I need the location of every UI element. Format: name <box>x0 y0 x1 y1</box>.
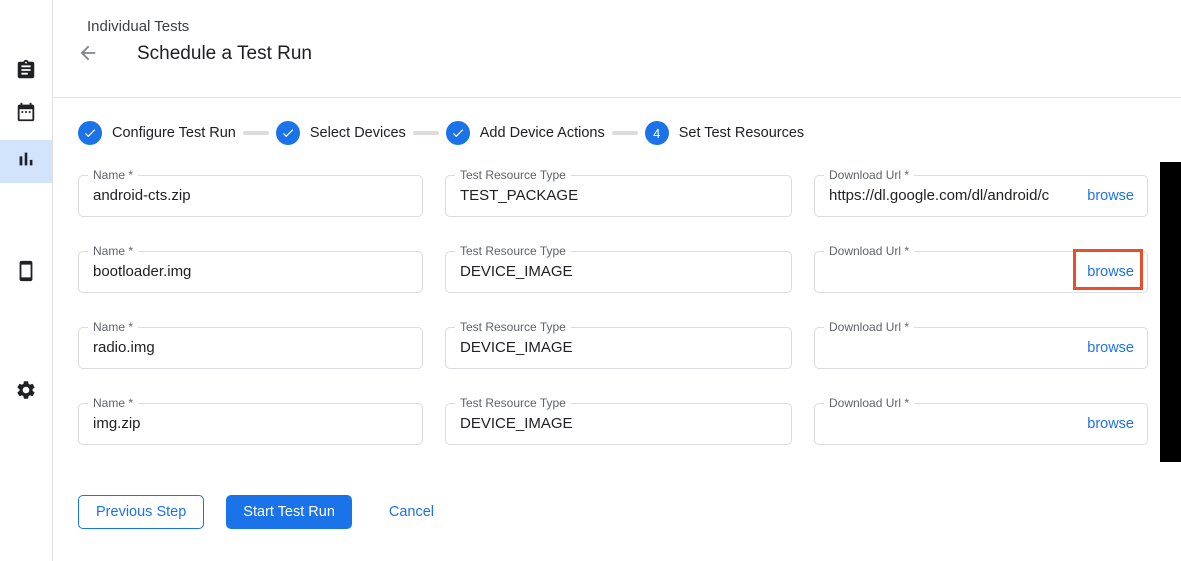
url-field-label: Download Url * <box>824 320 914 334</box>
name-field-value: img.zip <box>79 404 422 444</box>
step-number-badge: 4 <box>645 121 669 145</box>
download-url-field[interactable]: Download Url * browse <box>814 251 1148 293</box>
step-complete-check-icon <box>446 121 470 145</box>
sidebar-item-settings[interactable] <box>0 371 52 414</box>
name-field-value: bootloader.img <box>79 252 422 292</box>
type-field-label: Test Resource Type <box>455 244 571 258</box>
assignment-icon <box>15 59 37 86</box>
step-label: Select Devices <box>310 125 406 141</box>
type-field-value: DEVICE_IMAGE <box>446 328 791 368</box>
app-window: Individual Tests Schedule a Test Run Con… <box>0 0 1181 561</box>
download-url-field[interactable]: Download Url * browse <box>814 403 1148 445</box>
step-complete-check-icon <box>276 121 300 145</box>
name-field-label: Name * <box>88 244 138 258</box>
type-field-value: DEVICE_IMAGE <box>446 252 791 292</box>
name-field[interactable]: Name * android-cts.zip <box>78 175 423 217</box>
url-field-label: Download Url * <box>824 168 914 182</box>
type-field-label: Test Resource Type <box>455 168 571 182</box>
sidebar <box>0 0 53 561</box>
sidebar-item-test-results[interactable] <box>0 140 52 183</box>
sidebar-item-tests[interactable] <box>0 51 52 94</box>
gear-icon <box>15 379 37 406</box>
start-test-run-button[interactable]: Start Test Run <box>226 495 352 529</box>
name-field-value: radio.img <box>79 328 422 368</box>
name-field-label: Name * <box>88 320 138 334</box>
download-url-field[interactable]: Download Url * https://dl.google.com/dl/… <box>814 175 1148 217</box>
test-resource-type-field[interactable]: Test Resource Type TEST_PACKAGE <box>445 175 792 217</box>
step-select-devices[interactable]: Select Devices <box>276 121 406 145</box>
arrow-back-icon <box>77 42 99 67</box>
test-resource-type-field[interactable]: Test Resource Type DEVICE_IMAGE <box>445 251 792 293</box>
step-label: Add Device Actions <box>480 125 605 141</box>
browse-link[interactable]: browse <box>1087 404 1134 444</box>
browse-link[interactable]: browse <box>1087 328 1134 368</box>
breadcrumb: Individual Tests <box>87 18 1181 35</box>
name-field-label: Name * <box>88 396 138 410</box>
page-header: Individual Tests Schedule a Test Run <box>53 0 1181 98</box>
test-resource-type-field[interactable]: Test Resource Type DEVICE_IMAGE <box>445 327 792 369</box>
page-title: Schedule a Test Run <box>137 43 312 65</box>
type-field-value: TEST_PACKAGE <box>446 176 791 216</box>
step-configure-test-run[interactable]: Configure Test Run <box>78 121 236 145</box>
step-connector <box>243 131 269 135</box>
name-field-label: Name * <box>88 168 138 182</box>
form-actions: Previous Step Start Test Run Cancel <box>78 495 1181 529</box>
calendar-icon <box>15 101 37 128</box>
name-field[interactable]: Name * img.zip <box>78 403 423 445</box>
step-label: Set Test Resources <box>679 125 804 141</box>
type-field-label: Test Resource Type <box>455 320 571 334</box>
url-field-label: Download Url * <box>824 396 914 410</box>
step-connector <box>612 131 638 135</box>
right-edge-dark-artifact <box>1160 162 1181 462</box>
main-content: Individual Tests Schedule a Test Run Con… <box>53 0 1181 561</box>
browse-link[interactable]: browse <box>1087 176 1134 216</box>
previous-step-button[interactable]: Previous Step <box>78 495 204 529</box>
name-field-value: android-cts.zip <box>79 176 422 216</box>
step-set-test-resources[interactable]: 4 Set Test Resources <box>645 121 804 145</box>
step-label: Configure Test Run <box>112 125 236 141</box>
cancel-button[interactable]: Cancel <box>389 504 434 520</box>
smartphone-icon <box>15 260 37 287</box>
url-field-label: Download Url * <box>824 244 914 258</box>
step-add-device-actions[interactable]: Add Device Actions <box>446 121 605 145</box>
test-resources-form: Name * android-cts.zip Test Resource Typ… <box>78 175 1181 445</box>
type-field-label: Test Resource Type <box>455 396 571 410</box>
browse-link[interactable]: browse <box>1087 252 1134 292</box>
type-field-value: DEVICE_IMAGE <box>446 404 791 444</box>
name-field[interactable]: Name * bootloader.img <box>78 251 423 293</box>
stepper: Configure Test Run Select Devices Add De… <box>78 121 1181 145</box>
step-complete-check-icon <box>78 121 102 145</box>
sidebar-item-test-plans[interactable] <box>0 93 52 136</box>
test-resource-type-field[interactable]: Test Resource Type DEVICE_IMAGE <box>445 403 792 445</box>
name-field[interactable]: Name * radio.img <box>78 327 423 369</box>
download-url-field[interactable]: Download Url * browse <box>814 327 1148 369</box>
step-connector <box>413 131 439 135</box>
bar-chart-icon <box>15 148 37 175</box>
back-button[interactable] <box>77 42 101 66</box>
sidebar-item-devices[interactable] <box>0 252 52 295</box>
